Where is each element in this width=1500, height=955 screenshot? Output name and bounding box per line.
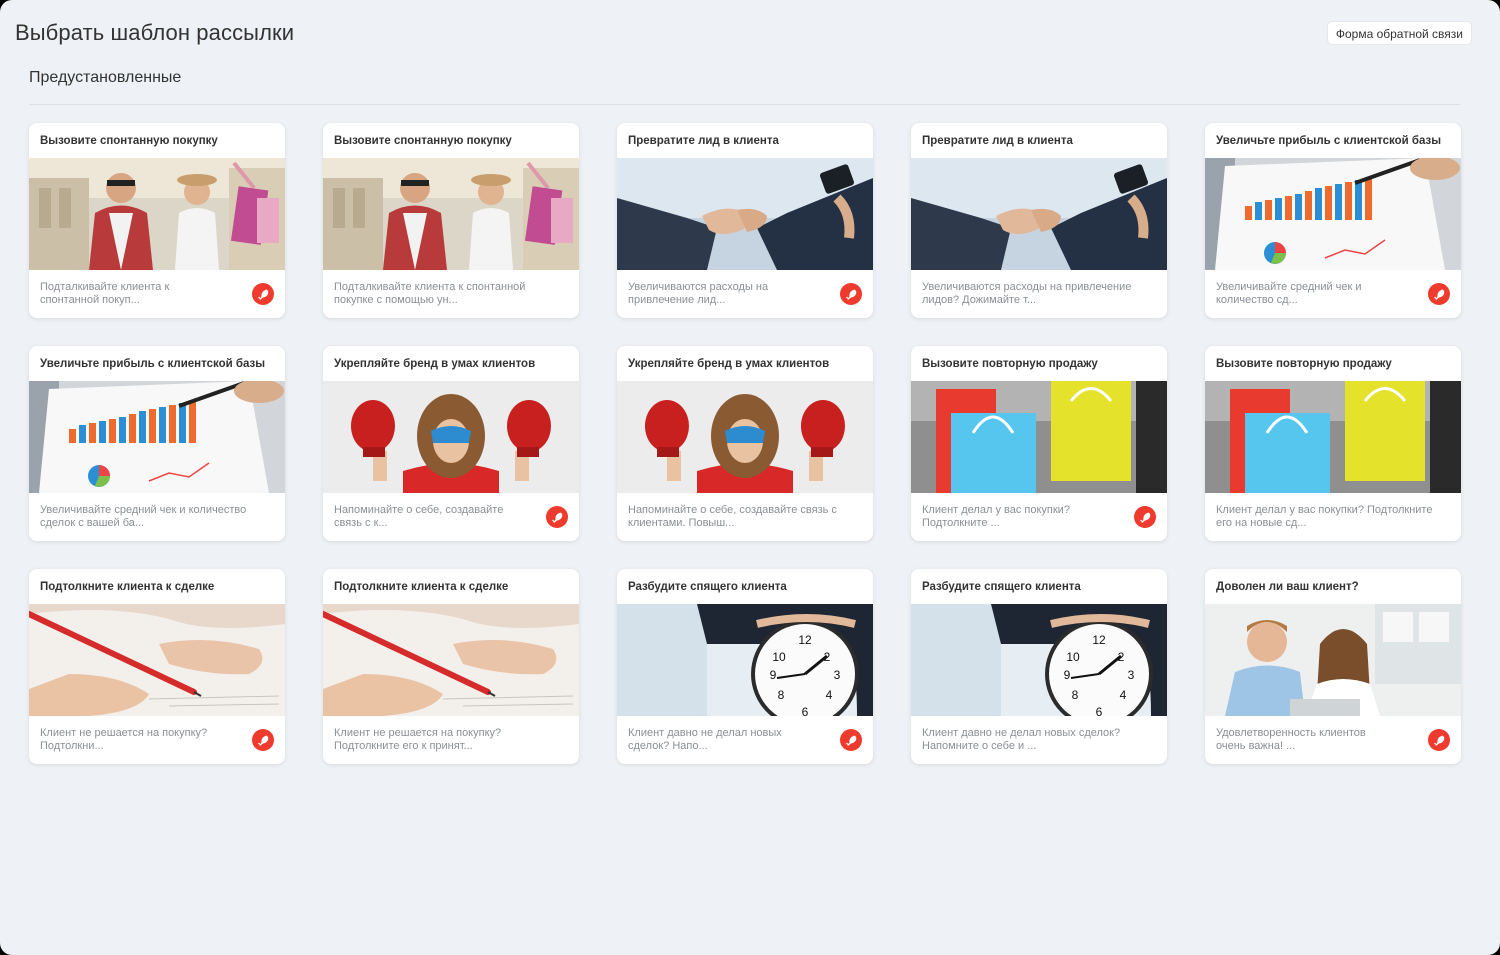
branded-logo-icon	[546, 506, 568, 528]
template-card-description: Клиент давно не делал новых сделок? Напо…	[628, 727, 782, 752]
template-card-description: Клиент не решается на покупку? Подтолкни…	[334, 727, 502, 752]
template-card[interactable]: Вызовите спонтанную покупку Подталкивайт…	[29, 123, 285, 318]
template-card-description: Клиент делал у вас покупки? Подтолкните …	[1216, 504, 1433, 529]
svg-text:9: 9	[770, 668, 777, 682]
branded-logo-icon	[252, 729, 274, 751]
template-image-handshake	[911, 158, 1167, 270]
template-image-boxing-kid	[617, 381, 873, 493]
template-picker-window: Выбрать шаблон рассылки Форма обратной с…	[0, 0, 1500, 955]
template-card-description: Клиент давно не делал новых сделок? Напо…	[922, 727, 1121, 752]
template-card-title: Доволен ли ваш клиент?	[1216, 581, 1359, 593]
template-card[interactable]: Доволен ли ваш клиент? Удовлетворенность…	[1205, 569, 1461, 764]
svg-text:6: 6	[1096, 705, 1103, 716]
template-image-wall-clock: 12 2 3 4 6 8 9 10	[911, 604, 1167, 716]
template-image-shopping-couple	[323, 158, 579, 270]
template-card-description: Клиент делал у вас покупки? Подтолкните …	[922, 504, 1070, 529]
template-card-title: Вызовите спонтанную покупку	[334, 135, 512, 147]
svg-text:3: 3	[834, 668, 841, 682]
svg-text:12: 12	[798, 633, 812, 647]
template-image-shopping-bags	[911, 381, 1167, 493]
template-image-sales-chart	[1205, 158, 1461, 270]
template-image-wall-clock: 12 2 3 4 6 8 9 10	[617, 604, 873, 716]
template-card-title: Разбудите спящего клиента	[922, 581, 1081, 593]
template-image-shopping-bags	[1205, 381, 1461, 493]
template-card-title: Подтолкните клиента к сделке	[40, 581, 215, 593]
template-image-shopping-couple	[29, 158, 285, 270]
template-image-signing-pen	[323, 604, 579, 716]
branded-logo-icon	[840, 729, 862, 751]
template-card-title: Укрепляйте бренд в умах клиентов	[628, 358, 830, 370]
svg-text:10: 10	[772, 650, 786, 664]
template-card-title: Вызовите повторную продажу	[1216, 358, 1392, 370]
template-card-title: Вызовите повторную продажу	[922, 358, 1098, 370]
template-card[interactable]: Вызовите повторную продажу Клиент делал …	[1205, 346, 1461, 541]
template-image-sales-chart	[29, 381, 285, 493]
svg-text:8: 8	[1072, 688, 1079, 702]
template-card[interactable]: Увеличьте прибыль с клиентской базы Увел…	[29, 346, 285, 541]
template-card[interactable]: Подтолкните клиента к сделке Клиент не р…	[29, 569, 285, 764]
svg-text:12: 12	[1092, 633, 1106, 647]
template-card-description: Напоминайте о себе, создавайте связь с к…	[334, 504, 504, 529]
branded-logo-icon	[252, 283, 274, 305]
template-card[interactable]: Подтолкните клиента к сделке Клиент не р…	[323, 569, 579, 764]
feedback-form-button[interactable]: Форма обратной связи	[1326, 21, 1472, 45]
template-card-title: Увеличьте прибыль с клиентской базы	[1216, 135, 1442, 147]
template-card-title: Увеличьте прибыль с клиентской базы	[40, 358, 266, 370]
template-card-description: Подталкивайте клиента к спонтанной покуп…	[334, 281, 526, 306]
branded-logo-icon	[1428, 283, 1450, 305]
svg-text:9: 9	[1064, 668, 1071, 682]
section-title-preset: Предустановленные	[29, 69, 182, 86]
template-card[interactable]: Укрепляйте бренд в умах клиентов Напомин…	[323, 346, 579, 541]
svg-text:4: 4	[826, 688, 833, 702]
svg-text:4: 4	[1120, 688, 1127, 702]
template-card-title: Подтолкните клиента к сделке	[334, 581, 509, 593]
template-card-description: Увеличиваются расходы на привлечение лид…	[922, 281, 1132, 306]
branded-logo-icon	[840, 283, 862, 305]
template-card-title: Разбудите спящего клиента	[628, 581, 787, 593]
template-card-title: Превратите лид в клиента	[922, 135, 1073, 147]
svg-text:10: 10	[1066, 650, 1080, 664]
template-card[interactable]: Вызовите повторную продажу Клиент делал …	[911, 346, 1167, 541]
template-card[interactable]: Вызовите спонтанную покупку Подталкивайт…	[323, 123, 579, 318]
template-card-title: Укрепляйте бренд в умах клиентов	[334, 358, 536, 370]
template-card-description: Удовлетворенность клиентов очень важна! …	[1216, 727, 1366, 752]
template-card-description: Подталкивайте клиента к спонтанной покуп…	[40, 281, 170, 306]
template-card[interactable]: Превратите лид в клиента Увеличиваются р…	[911, 123, 1167, 318]
template-image-happy-couple	[1205, 604, 1461, 716]
template-card-description: Напоминайте о себе, создавайте связь с к…	[628, 504, 837, 529]
branded-logo-icon	[1428, 729, 1450, 751]
template-card[interactable]: Разбудите спящего клиента 12 2 3 4 6 8 9…	[617, 569, 873, 764]
page-title: Выбрать шаблон рассылки	[15, 20, 295, 45]
svg-text:3: 3	[1128, 668, 1135, 682]
template-card-description: Клиент не решается на покупку? Подтолкни…	[40, 727, 208, 752]
template-image-boxing-kid	[323, 381, 579, 493]
template-image-handshake	[617, 158, 873, 270]
template-card[interactable]: Превратите лид в клиента Увеличиваются р…	[617, 123, 873, 318]
template-card-description: Увеличивайте средний чек и количество сд…	[40, 504, 247, 529]
branded-logo-icon	[1134, 506, 1156, 528]
template-grid: Вызовите спонтанную покупку Подталкивайт…	[29, 123, 1461, 764]
template-card-description: Увеличиваются расходы на привлечение лид…	[628, 281, 769, 306]
template-card-title: Превратите лид в клиента	[628, 135, 779, 147]
template-card-description: Увеличивайте средний чек и количество сд…	[1216, 281, 1362, 306]
template-card[interactable]: Укрепляйте бренд в умах клиентов Напомин…	[617, 346, 873, 541]
template-image-signing-pen	[29, 604, 285, 716]
template-card[interactable]: Разбудите спящего клиента 12 2 3 4 6 8 9…	[911, 569, 1167, 764]
section-divider	[29, 104, 1460, 105]
svg-text:8: 8	[778, 688, 785, 702]
template-card-title: Вызовите спонтанную покупку	[40, 135, 218, 147]
template-card[interactable]: Увеличьте прибыль с клиентской базы Увел…	[1205, 123, 1461, 318]
svg-text:6: 6	[802, 705, 809, 716]
